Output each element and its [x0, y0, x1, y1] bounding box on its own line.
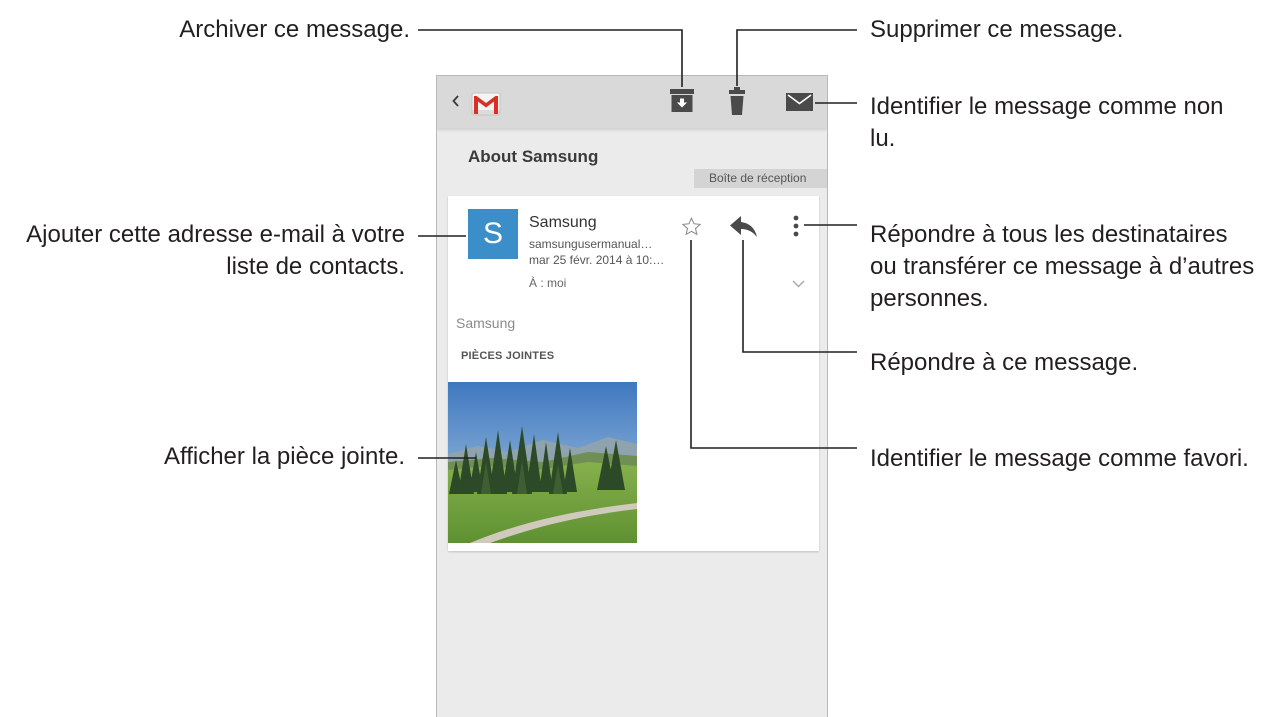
callout-attachment-line: Afficher la pièce jointe.	[163, 443, 405, 470]
archive-icon[interactable]	[670, 89, 694, 112]
callout-mark-unread: Identifier le message comme non lu.	[870, 91, 1224, 155]
conversation-subject: About Samsung	[468, 147, 599, 166]
back-chevron-icon[interactable]	[452, 95, 460, 107]
folder-label: Boîte de réception	[694, 169, 827, 188]
message-card: S Samsung samsungusermanual… mar 25 févr…	[448, 196, 819, 551]
callout-add-contact-line: Ajouter cette adresse e-mail à votre	[26, 221, 405, 248]
action-bar	[437, 76, 827, 128]
mark-unread-icon[interactable]	[786, 93, 813, 111]
callout-more-options: Répondre à tous les destinataires ou tra…	[870, 219, 1254, 315]
callout-reply: Répondre à ce message.	[870, 347, 1138, 379]
sender-name: Samsung	[529, 214, 597, 231]
star-icon[interactable]	[681, 216, 702, 237]
attachment-thumbnail[interactable]	[448, 382, 637, 543]
callout-more-options-line: personnes.	[870, 285, 989, 312]
callout-delete-line: Supprimer ce message.	[870, 16, 1124, 43]
more-options-icon[interactable]	[792, 215, 800, 237]
attachments-heading: PIÈCES JOINTES	[461, 350, 555, 362]
callout-add-contact: Ajouter cette adresse e-mail à votre lis…	[26, 219, 405, 283]
callout-archive: Archiver ce message.	[179, 14, 410, 46]
delete-icon[interactable]	[729, 87, 745, 115]
message-body: Samsung	[456, 315, 516, 331]
sender-avatar[interactable]: S	[468, 209, 518, 259]
recipients: À : moi	[529, 276, 567, 290]
callout-reply-line: Répondre à ce message.	[870, 349, 1139, 376]
callout-attachment: Afficher la pièce jointe.	[164, 441, 405, 473]
gmail-icon[interactable]	[471, 88, 501, 117]
callout-star-line: Identifier le message comme favori.	[870, 445, 1249, 472]
reply-icon[interactable]	[730, 216, 757, 237]
sender-email: samsungusermanual…	[529, 237, 653, 251]
callout-mark-unread-line: lu.	[870, 125, 896, 152]
callout-archive-line: Archiver ce message.	[179, 16, 410, 43]
expand-chevron-icon[interactable]	[792, 280, 805, 288]
gmail-screen: About Samsung Boîte de réception S Samsu…	[436, 75, 828, 717]
callout-delete: Supprimer ce message.	[870, 14, 1123, 46]
callout-more-options-line: Répondre à tous les destinataires	[870, 221, 1228, 248]
callout-more-options-line: ou transférer ce message à d’autres	[870, 253, 1255, 280]
callout-star: Identifier le message comme favori.	[870, 443, 1249, 475]
callout-add-contact-line: liste de contacts.	[226, 253, 405, 280]
callout-mark-unread-line: Identifier le message comme non	[870, 93, 1224, 120]
message-date: mar 25 févr. 2014 à 10:…	[529, 253, 665, 267]
